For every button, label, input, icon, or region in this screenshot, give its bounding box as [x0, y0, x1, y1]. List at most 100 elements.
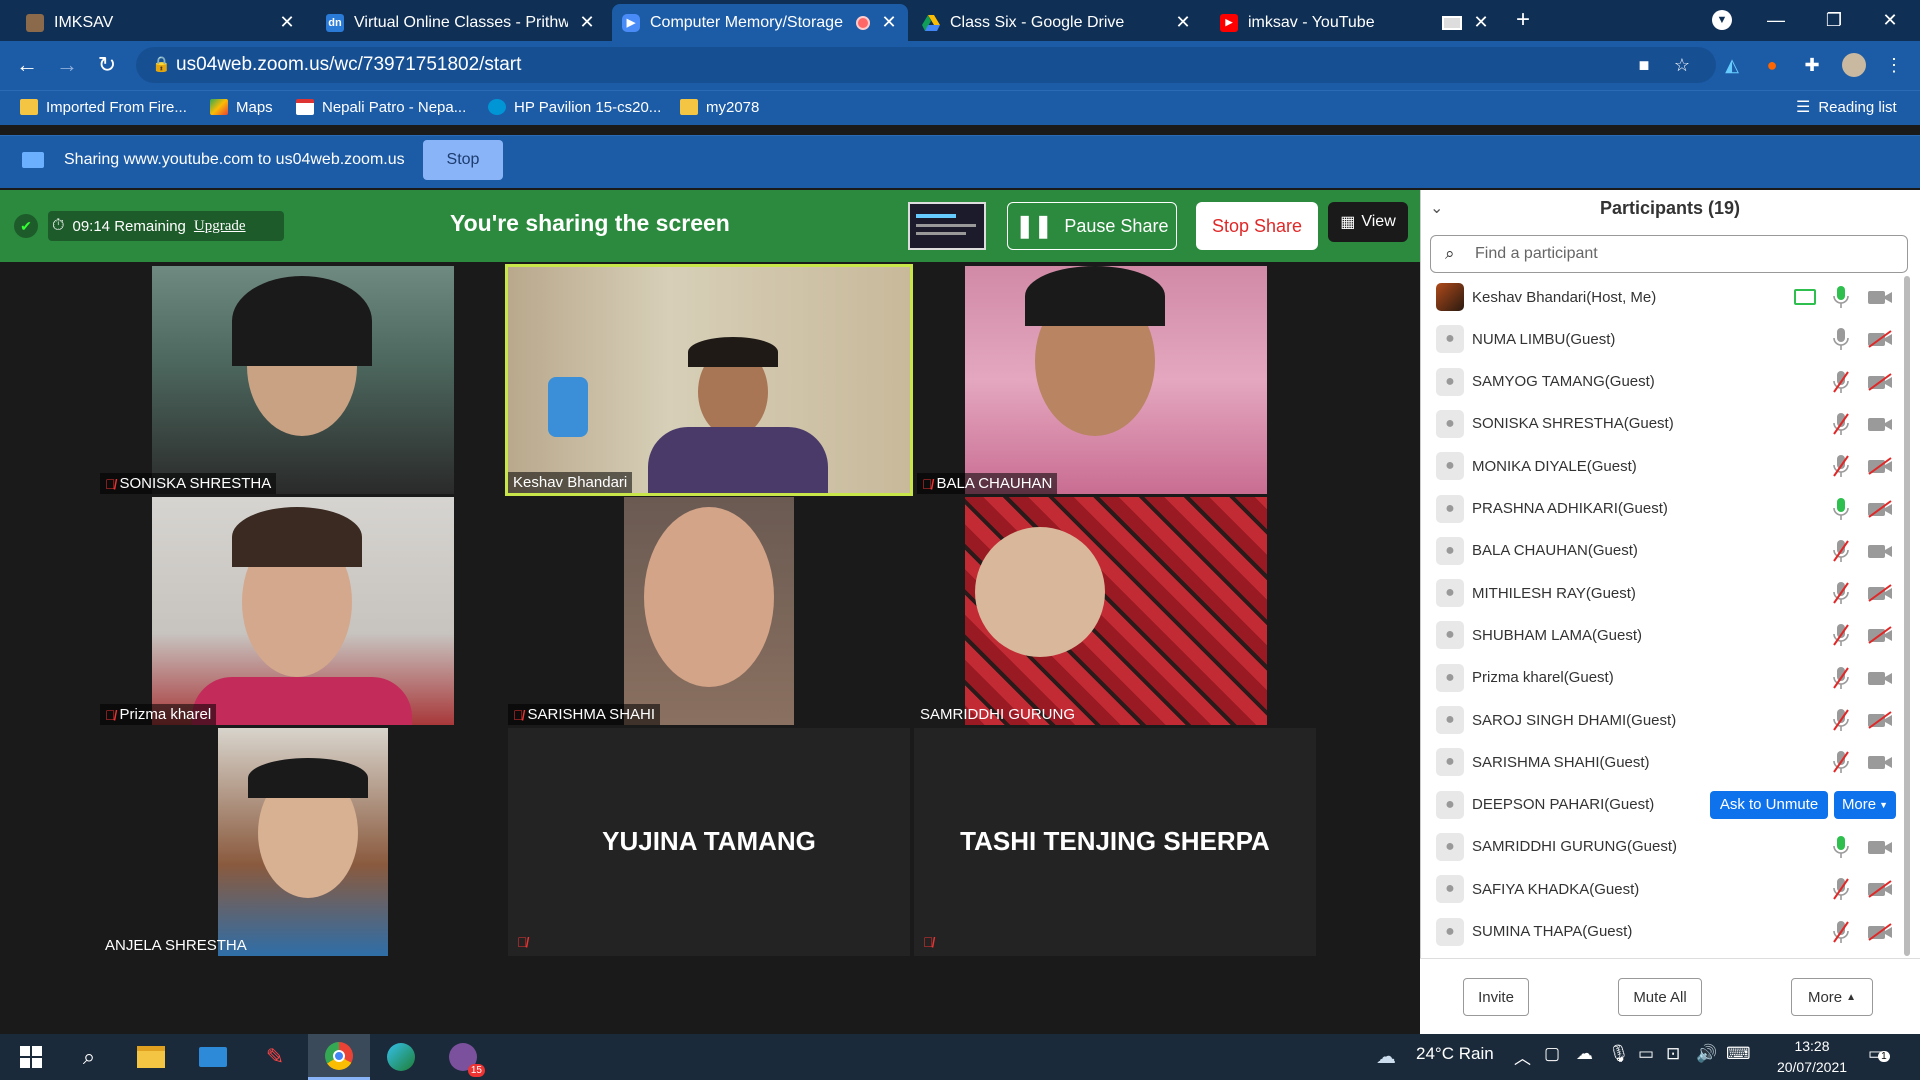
video-tile[interactable]: 🎙̸ SONISKA SHRESTHA	[100, 266, 455, 494]
participant-row[interactable]: ● Prizma kharel(Guest)	[1420, 657, 1900, 699]
video-tile[interactable]: ANJELA SHRESTHA	[100, 728, 455, 956]
extensions-puzzle-icon[interactable]: ✚	[1800, 53, 1824, 77]
extension-a-icon[interactable]: ◭	[1720, 53, 1744, 77]
close-tab-icon[interactable]: ✕	[578, 12, 596, 33]
bookmark-nepali-patro[interactable]: Nepali Patro - Nepa...	[296, 95, 466, 119]
extension-b-icon[interactable]: ●	[1760, 53, 1784, 77]
reading-list[interactable]: ☰ Reading list	[1796, 95, 1897, 119]
search-icon[interactable]: ⌕	[58, 1034, 120, 1080]
back-icon[interactable]: ←	[12, 50, 42, 80]
mic-muted-icon[interactable]	[1830, 369, 1852, 395]
menu-kebab-icon[interactable]: ⋮	[1882, 53, 1906, 77]
stop-sharing-button[interactable]: Stop	[423, 140, 503, 180]
viber-icon[interactable]: 15	[432, 1034, 494, 1080]
camera-blocked-icon[interactable]: ■	[1632, 53, 1656, 77]
participant-row[interactable]: ● SONISKA SHRESTHA(Guest)	[1420, 403, 1900, 445]
mic-muted-icon[interactable]	[1830, 707, 1852, 733]
mic-muted-icon[interactable]	[1830, 749, 1852, 775]
more-button[interactable]: More ▲	[1791, 978, 1873, 1016]
microphone-icon[interactable]: 🎙	[1608, 1044, 1630, 1064]
video-tile-active-speaker[interactable]: Keshav Bhandari	[505, 264, 913, 496]
tab-search-icon[interactable]: ▼	[1712, 10, 1732, 30]
participant-search-input[interactable]: ⌕ Find a participant	[1430, 235, 1908, 273]
ask-to-unmute-button[interactable]: Ask to Unmute	[1710, 790, 1828, 819]
video-icon[interactable]	[1866, 751, 1894, 773]
new-tab-icon[interactable]: +	[1516, 6, 1530, 34]
video-off-icon[interactable]	[1866, 328, 1894, 350]
upgrade-link[interactable]: Upgrade	[194, 218, 246, 235]
participant-row[interactable]: ● SAFIYA KHADKA(Guest)	[1420, 868, 1900, 910]
participant-row[interactable]: ● DEEPSON PAHARI(Guest) Ask to Unmute More ▼	[1420, 784, 1900, 826]
mic-muted-icon[interactable]	[1830, 919, 1852, 945]
video-off-icon[interactable]	[1866, 624, 1894, 646]
video-off-icon[interactable]	[1866, 455, 1894, 477]
mic-muted-icon[interactable]	[1830, 453, 1852, 479]
meet-now-icon[interactable]: ▢	[1544, 1044, 1560, 1064]
video-tile[interactable]: 🎙̸ BALA CHAUHAN	[917, 266, 1269, 494]
mail-icon[interactable]	[182, 1034, 244, 1080]
participant-list-scrollbar[interactable]	[1904, 276, 1910, 956]
close-tab-icon[interactable]: ✕	[880, 12, 898, 33]
participant-row[interactable]: ● MITHILESH RAY(Guest)	[1420, 572, 1900, 614]
battery-icon[interactable]: ▭	[1638, 1044, 1654, 1064]
video-icon[interactable]	[1866, 667, 1894, 689]
mic-muted-icon[interactable]	[1830, 665, 1852, 691]
close-tab-icon[interactable]: ✕	[1174, 12, 1192, 33]
video-tile[interactable]: SAMRIDDHI GURUNG	[915, 497, 1269, 725]
reload-icon[interactable]: ↻	[92, 50, 122, 80]
forward-icon[interactable]: →	[52, 50, 82, 80]
paint-icon[interactable]: ✎	[244, 1034, 306, 1080]
bookmark-my2078[interactable]: my2078	[680, 95, 759, 119]
profile-avatar[interactable]	[1842, 53, 1866, 77]
mic-icon[interactable]	[1830, 326, 1852, 352]
video-icon[interactable]	[1866, 286, 1894, 308]
pause-share-button[interactable]: ❚❚ Pause Share	[1007, 202, 1177, 250]
mic-icon[interactable]	[1830, 834, 1852, 860]
stop-share-button[interactable]: Stop Share	[1196, 202, 1318, 250]
video-tile-no-video[interactable]: YUJINA TAMANG 🎙̸	[508, 728, 910, 956]
keyboard-icon[interactable]: ⌨	[1726, 1044, 1751, 1064]
view-button[interactable]: ▦ View	[1328, 202, 1408, 242]
mic-icon[interactable]	[1830, 496, 1852, 522]
participant-row[interactable]: ● NUMA LIMBU(Guest)	[1420, 318, 1900, 360]
bookmark-imported[interactable]: Imported From Fire...	[20, 95, 187, 119]
chrome-icon[interactable]	[308, 1034, 370, 1080]
file-explorer-icon[interactable]	[120, 1034, 182, 1080]
video-icon[interactable]	[1866, 540, 1894, 562]
video-icon[interactable]	[1866, 413, 1894, 435]
clock[interactable]: 13:28 20/07/2021	[1772, 1036, 1852, 1078]
video-off-icon[interactable]	[1866, 498, 1894, 520]
participant-row[interactable]: ● PRASHNA ADHIKARI(Guest)	[1420, 488, 1900, 530]
video-off-icon[interactable]	[1866, 709, 1894, 731]
minimize-icon[interactable]: —	[1752, 0, 1800, 41]
tab-imksav[interactable]: IMKSAV ✕	[16, 4, 306, 41]
weather-text[interactable]: 24°C Rain	[1416, 1044, 1494, 1064]
invite-button[interactable]: Invite	[1463, 978, 1529, 1016]
video-tile[interactable]: 🎙̸ SARISHMA SHAHI	[508, 497, 910, 725]
participant-row[interactable]: ● SARISHMA SHAHI(Guest)	[1420, 741, 1900, 783]
edge-icon[interactable]	[370, 1034, 432, 1080]
mic-muted-icon[interactable]	[1830, 580, 1852, 606]
bookmark-maps[interactable]: Maps	[210, 95, 273, 119]
participant-row[interactable]: ● SUMINA THAPA(Guest)	[1420, 911, 1900, 953]
video-tile[interactable]: 🎙̸ Prizma kharel	[100, 497, 455, 725]
volume-icon[interactable]: 🔊	[1696, 1044, 1717, 1064]
participant-row[interactable]: ● SHUBHAM LAMA(Guest)	[1420, 614, 1900, 656]
video-tile-no-video[interactable]: TASHI TENJING SHERPA 🎙̸	[914, 728, 1316, 956]
mic-muted-icon[interactable]	[1830, 876, 1852, 902]
participant-row[interactable]: ● BALA CHAUHAN(Guest)	[1420, 530, 1900, 572]
participant-more-button[interactable]: More ▼	[1834, 790, 1896, 819]
participant-row[interactable]: ● SAMRIDDHI GURUNG(Guest)	[1420, 826, 1900, 868]
tab-virtual-classes[interactable]: dn Virtual Online Classes - Prithwi S ✕	[316, 4, 606, 41]
mute-all-button[interactable]: Mute All	[1618, 978, 1702, 1016]
network-icon[interactable]: ⊡	[1666, 1044, 1680, 1064]
participant-row[interactable]: Keshav Bhandari(Host, Me)	[1420, 276, 1900, 318]
tab-google-drive[interactable]: Class Six - Google Drive ✕	[912, 4, 1202, 41]
restore-icon[interactable]: ❐	[1810, 0, 1858, 41]
windows-start-icon[interactable]	[0, 1034, 62, 1080]
mic-muted-icon[interactable]	[1830, 538, 1852, 564]
window-close-icon[interactable]: ✕	[1866, 0, 1914, 41]
video-off-icon[interactable]	[1866, 878, 1894, 900]
bookmark-star-icon[interactable]: ☆	[1670, 53, 1694, 77]
mic-muted-icon[interactable]	[1830, 411, 1852, 437]
